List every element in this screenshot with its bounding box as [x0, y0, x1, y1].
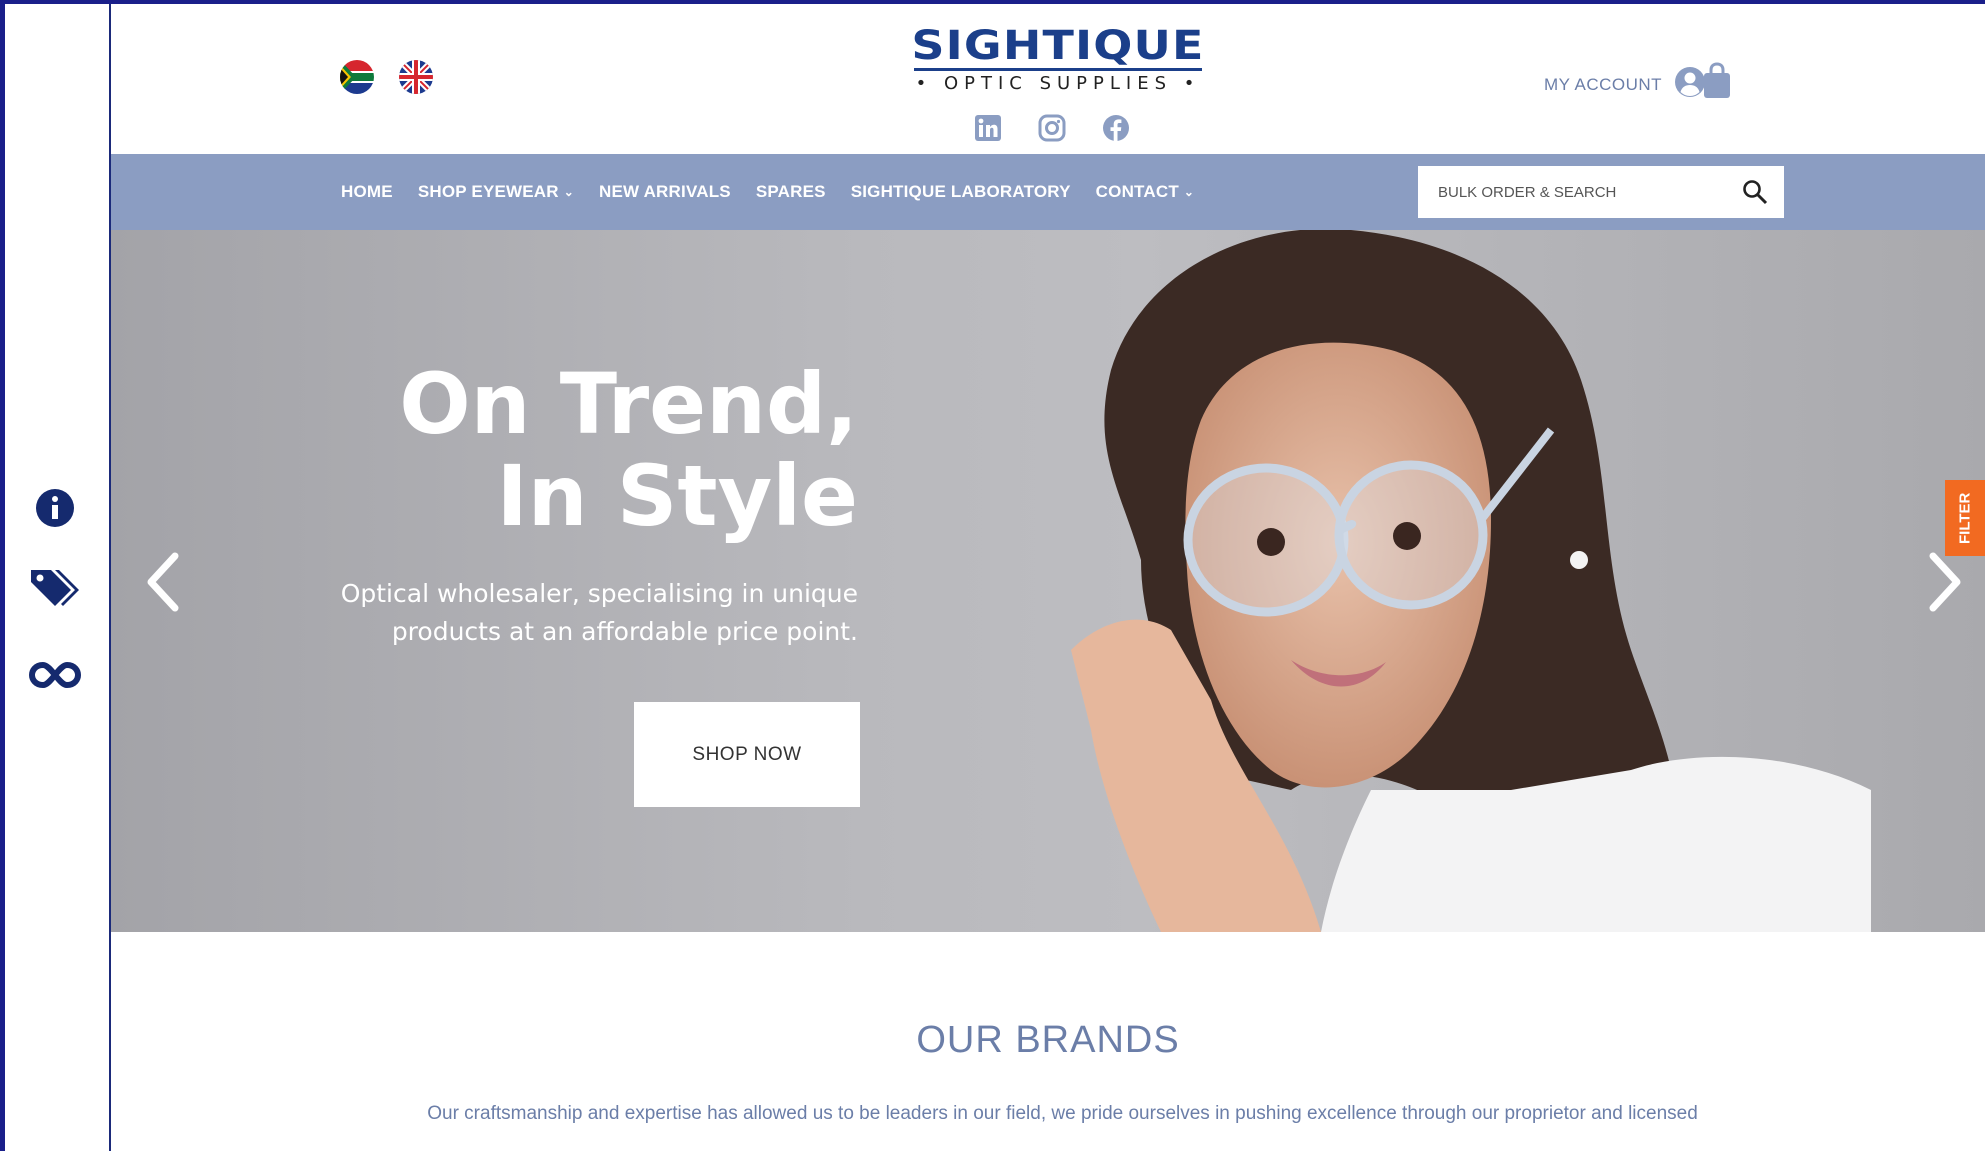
- nav-laboratory-label: SIGHTIQUE LABORATORY: [850, 182, 1071, 201]
- info-icon[interactable]: [27, 480, 83, 536]
- nav-shop-eyewear-label: SHOP EYEWEAR: [417, 182, 559, 201]
- nav-home-label: HOME: [341, 182, 393, 201]
- filter-tab[interactable]: FILTER: [1945, 480, 1985, 556]
- search-input[interactable]: [1418, 166, 1738, 218]
- site-header: SIGHTIQUE • OPTIC SUPPLIES • MY ACCOUNT: [111, 4, 1985, 154]
- my-account-link[interactable]: MY ACCOUNT: [1544, 66, 1706, 103]
- page-frame: SIGHTIQUE • OPTIC SUPPLIES • MY ACCOUNT: [5, 4, 1985, 1151]
- nav-contact[interactable]: CONTACT ⌄: [1096, 182, 1195, 202]
- nav-sightique-laboratory[interactable]: SIGHTIQUE LABORATORY: [851, 182, 1071, 202]
- instagram-icon[interactable]: [1038, 114, 1066, 142]
- left-side-rail: [5, 4, 111, 1151]
- my-account-label: MY ACCOUNT: [1544, 74, 1663, 94]
- social-links: [974, 114, 1130, 142]
- shopping-bag-icon[interactable]: [1702, 62, 1732, 100]
- facebook-icon[interactable]: [1102, 114, 1130, 142]
- hero-title: On Trend, In Style: [351, 358, 858, 542]
- hero-model-image: [1071, 230, 1871, 932]
- linkedin-icon[interactable]: [974, 114, 1002, 142]
- hero-title-line-1: On Trend,: [399, 355, 858, 453]
- nav-new-arrivals[interactable]: NEW ARRIVALS: [599, 182, 731, 202]
- site-logo[interactable]: SIGHTIQUE • OPTIC SUPPLIES •: [908, 26, 1208, 95]
- search-box: [1418, 166, 1784, 218]
- carousel-next-arrow-icon[interactable]: [1925, 550, 1965, 614]
- logo-subtitle: • OPTIC SUPPLIES •: [915, 73, 1201, 94]
- nav-spares-label: SPARES: [755, 182, 826, 201]
- nav-spares[interactable]: SPARES: [756, 182, 826, 202]
- carousel-prev-arrow-icon[interactable]: [143, 550, 183, 614]
- hero-subtitle-line-2: products at an affordable price point.: [391, 617, 858, 646]
- nav-new-arrivals-label: NEW ARRIVALS: [599, 182, 731, 201]
- hero-title-line-2: In Style: [496, 447, 858, 545]
- tags-icon[interactable]: [27, 560, 83, 616]
- search-icon[interactable]: [1742, 179, 1768, 205]
- south-africa-flag-icon[interactable]: [340, 60, 374, 94]
- infinity-icon[interactable]: [27, 647, 83, 703]
- our-brands-heading: OUR BRANDS: [916, 1019, 1180, 1061]
- language-flags: [340, 60, 433, 94]
- uk-flag-icon[interactable]: [399, 60, 433, 94]
- hero-banner: On Trend, In Style Optical wholesaler, s…: [111, 230, 1985, 932]
- shop-now-button[interactable]: SHOP NOW: [634, 702, 860, 807]
- nav-home[interactable]: HOME: [341, 182, 393, 202]
- nav-contact-label: CONTACT: [1095, 182, 1179, 201]
- main-navigation-bar: HOME SHOP EYEWEAR ⌄ NEW ARRIVALS SPARES S…: [111, 154, 1985, 230]
- hero-subtitle: Optical wholesaler, specialising in uniq…: [271, 575, 858, 651]
- main-nav: HOME SHOP EYEWEAR ⌄ NEW ARRIVALS SPARES S…: [341, 154, 1194, 230]
- logo-title: SIGHTIQUE: [911, 23, 1205, 69]
- our-brands-description: Our craftsmanship and expertise has allo…: [427, 1103, 1698, 1124]
- hero-subtitle-line-1: Optical wholesaler, specialising in uniq…: [340, 579, 858, 608]
- chevron-down-icon: ⌄: [563, 185, 575, 199]
- main-content: SIGHTIQUE • OPTIC SUPPLIES • MY ACCOUNT: [111, 4, 1985, 1151]
- chevron-down-icon: ⌄: [1183, 185, 1195, 199]
- nav-shop-eyewear[interactable]: SHOP EYEWEAR ⌄: [418, 182, 574, 202]
